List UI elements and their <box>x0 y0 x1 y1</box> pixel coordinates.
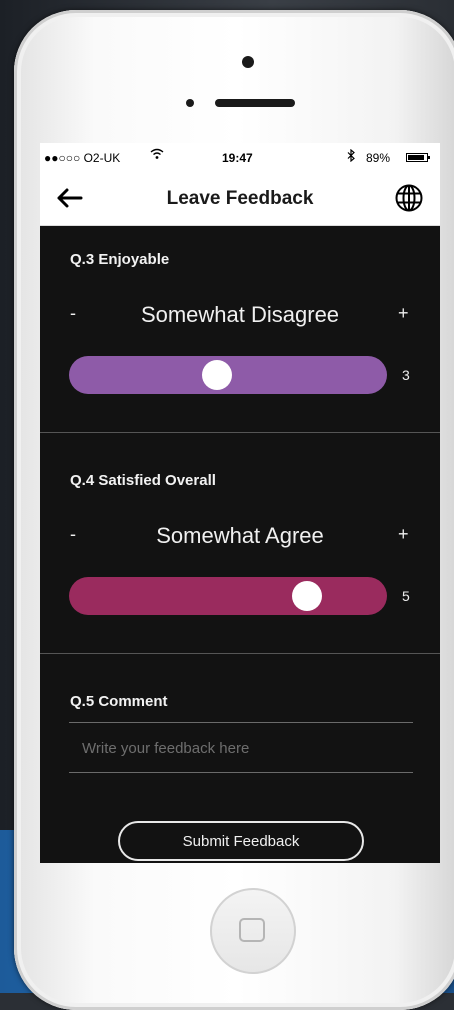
increase-button[interactable]: + <box>398 303 409 324</box>
decrease-button[interactable]: - <box>70 524 76 545</box>
slider-value: 3 <box>402 367 410 383</box>
answer-text: Somewhat Agree <box>156 523 324 548</box>
earpiece-speaker <box>215 99 295 107</box>
nav-bar: Leave Feedback <box>40 171 440 226</box>
wifi-icon <box>150 148 164 163</box>
home-square-icon <box>239 918 265 942</box>
slider-thumb[interactable] <box>291 581 322 611</box>
submit-feedback-button[interactable]: Submit Feedback <box>118 821 364 861</box>
answer-text: Somewhat Disagree <box>140 302 340 327</box>
slider-value: 5 <box>402 588 410 604</box>
question-label: Q.3 Enjoyable <box>70 251 170 268</box>
comment-input[interactable] <box>69 730 413 766</box>
app-screen: ●●○○○ O2-UK 19:47 89% Leave Feedback Q.3… <box>40 143 440 863</box>
rating-slider[interactable] <box>69 356 387 394</box>
battery-icon <box>406 153 430 162</box>
divider <box>40 653 440 654</box>
comment-top-line <box>69 722 413 723</box>
decrease-button[interactable]: - <box>70 303 76 324</box>
front-camera <box>242 56 254 68</box>
increase-button[interactable]: + <box>398 524 409 545</box>
clock: 19:47 <box>222 151 253 165</box>
battery-percent: 89% <box>366 151 391 165</box>
globe-icon[interactable] <box>394 183 424 213</box>
rating-slider[interactable] <box>69 577 387 615</box>
comment-bottom-line <box>69 772 413 773</box>
page-title: Leave Feedback <box>166 188 314 209</box>
bluetooth-icon <box>347 148 355 165</box>
carrier-label: ●●○○○ O2-UK <box>44 151 121 165</box>
question-label: Q.4 Satisfied Overall <box>70 472 216 489</box>
proximity-sensor <box>186 99 194 107</box>
comment-label: Q.5 Comment <box>70 693 168 710</box>
home-button[interactable] <box>210 888 296 974</box>
slider-thumb[interactable] <box>202 360 233 390</box>
divider <box>40 432 440 433</box>
status-bar: ●●○○○ O2-UK 19:47 89% <box>40 143 440 171</box>
